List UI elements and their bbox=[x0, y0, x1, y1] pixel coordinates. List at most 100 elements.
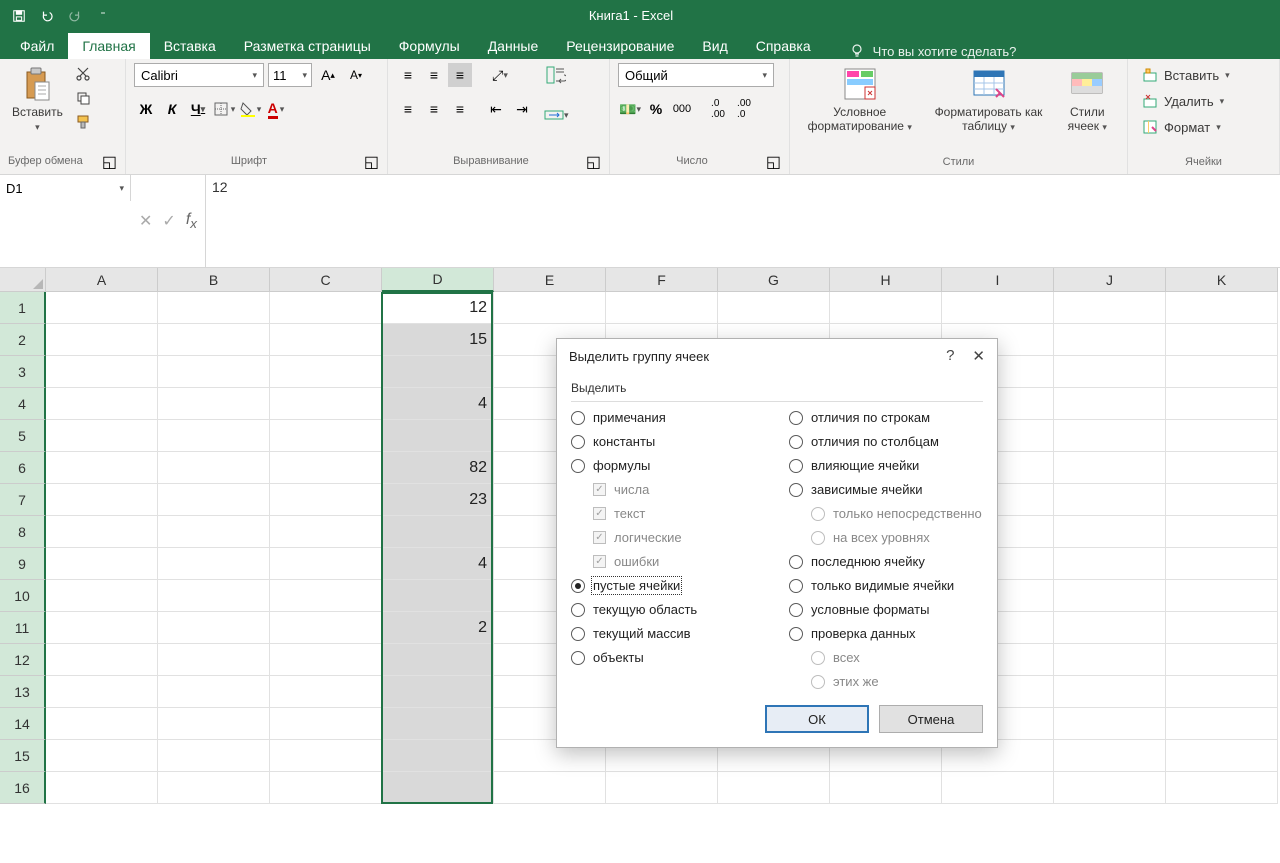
cell-C9[interactable] bbox=[270, 548, 382, 580]
cell-K14[interactable] bbox=[1166, 708, 1278, 740]
cell-D11[interactable]: 2 bbox=[382, 612, 494, 644]
borders-icon[interactable]: ▾ bbox=[212, 97, 236, 121]
orientation-icon[interactable]: ⤢▾ bbox=[488, 63, 512, 87]
cell-G1[interactable] bbox=[718, 292, 830, 324]
cell-A12[interactable] bbox=[46, 644, 158, 676]
cell-J1[interactable] bbox=[1054, 292, 1166, 324]
column-header-D[interactable]: D bbox=[382, 268, 494, 292]
fill-color-icon[interactable]: ▾ bbox=[238, 97, 262, 121]
cell-B6[interactable] bbox=[158, 452, 270, 484]
column-header-K[interactable]: K bbox=[1166, 268, 1278, 292]
cell-K10[interactable] bbox=[1166, 580, 1278, 612]
paste-button[interactable]: Вставить▾ bbox=[8, 63, 67, 136]
option-col-diff[interactable]: отличия по столбцам bbox=[789, 434, 983, 449]
cell-C15[interactable] bbox=[270, 740, 382, 772]
cell-D12[interactable] bbox=[382, 644, 494, 676]
row-header-11[interactable]: 11 bbox=[0, 612, 46, 644]
cell-K6[interactable] bbox=[1166, 452, 1278, 484]
row-header-10[interactable]: 10 bbox=[0, 580, 46, 612]
cell-K12[interactable] bbox=[1166, 644, 1278, 676]
dialog-close-icon[interactable]: ✕ bbox=[972, 347, 985, 365]
cell-C1[interactable] bbox=[270, 292, 382, 324]
cell-D6[interactable]: 82 bbox=[382, 452, 494, 484]
dialog-help-icon[interactable]: ? bbox=[946, 347, 954, 365]
copy-icon[interactable] bbox=[71, 87, 95, 109]
cell-J11[interactable] bbox=[1054, 612, 1166, 644]
align-center-icon[interactable]: ≡ bbox=[422, 97, 446, 121]
align-right-icon[interactable]: ≡ bbox=[448, 97, 472, 121]
tab-view[interactable]: Вид bbox=[688, 33, 741, 59]
option-dependents[interactable]: зависимые ячейки bbox=[789, 482, 983, 497]
cell-J10[interactable] bbox=[1054, 580, 1166, 612]
cell-J6[interactable] bbox=[1054, 452, 1166, 484]
cell-C14[interactable] bbox=[270, 708, 382, 740]
align-bottom-icon[interactable]: ≡ bbox=[448, 63, 472, 87]
cell-styles-button[interactable]: Стили ячеек ▾ bbox=[1056, 63, 1120, 136]
cell-F1[interactable] bbox=[606, 292, 718, 324]
cell-J2[interactable] bbox=[1054, 324, 1166, 356]
cell-D3[interactable] bbox=[382, 356, 494, 388]
cell-J5[interactable] bbox=[1054, 420, 1166, 452]
cell-D10[interactable] bbox=[382, 580, 494, 612]
conditional-formatting-button[interactable]: Условное форматирование ▾ bbox=[798, 63, 922, 136]
cell-J15[interactable] bbox=[1054, 740, 1166, 772]
cell-D9[interactable]: 4 bbox=[382, 548, 494, 580]
option-notes[interactable]: примечания bbox=[571, 410, 765, 425]
cell-B9[interactable] bbox=[158, 548, 270, 580]
italic-button[interactable]: К bbox=[160, 97, 184, 121]
cell-G16[interactable] bbox=[718, 772, 830, 804]
cell-D7[interactable]: 23 bbox=[382, 484, 494, 516]
tab-home[interactable]: Главная bbox=[68, 33, 149, 59]
cell-C11[interactable] bbox=[270, 612, 382, 644]
undo-icon[interactable] bbox=[34, 3, 60, 29]
cell-B14[interactable] bbox=[158, 708, 270, 740]
cell-B15[interactable] bbox=[158, 740, 270, 772]
cell-C13[interactable] bbox=[270, 676, 382, 708]
cell-E1[interactable] bbox=[494, 292, 606, 324]
cell-A15[interactable] bbox=[46, 740, 158, 772]
align-middle-icon[interactable]: ≡ bbox=[422, 63, 446, 87]
cell-A2[interactable] bbox=[46, 324, 158, 356]
tab-review[interactable]: Рецензирование bbox=[552, 33, 688, 59]
cell-C5[interactable] bbox=[270, 420, 382, 452]
bold-button[interactable]: Ж bbox=[134, 97, 158, 121]
cell-C10[interactable] bbox=[270, 580, 382, 612]
cell-D13[interactable] bbox=[382, 676, 494, 708]
align-top-icon[interactable]: ≡ bbox=[396, 63, 420, 87]
cell-B11[interactable] bbox=[158, 612, 270, 644]
cell-D2[interactable]: 15 bbox=[382, 324, 494, 356]
cell-A5[interactable] bbox=[46, 420, 158, 452]
row-header-12[interactable]: 12 bbox=[0, 644, 46, 676]
cell-B2[interactable] bbox=[158, 324, 270, 356]
cell-J12[interactable] bbox=[1054, 644, 1166, 676]
delete-cells-button[interactable]: Удалить ▾ bbox=[1136, 89, 1271, 113]
cell-K3[interactable] bbox=[1166, 356, 1278, 388]
alignment-launcher-icon[interactable]: ◱ bbox=[586, 152, 601, 172]
align-left-icon[interactable]: ≡ bbox=[396, 97, 420, 121]
format-cells-button[interactable]: Формат ▾ bbox=[1136, 115, 1271, 139]
underline-button[interactable]: Ч ▾ bbox=[186, 97, 210, 121]
cell-D16[interactable] bbox=[382, 772, 494, 804]
tell-me-search[interactable]: Что вы хотите сделать? bbox=[849, 43, 1017, 59]
option-objects[interactable]: объекты bbox=[571, 650, 765, 665]
increase-font-icon[interactable]: A▴ bbox=[316, 63, 340, 87]
cell-B8[interactable] bbox=[158, 516, 270, 548]
row-header-13[interactable]: 13 bbox=[0, 676, 46, 708]
option-row-diff[interactable]: отличия по строкам bbox=[789, 410, 983, 425]
cell-B5[interactable] bbox=[158, 420, 270, 452]
cell-C3[interactable] bbox=[270, 356, 382, 388]
cell-B7[interactable] bbox=[158, 484, 270, 516]
column-header-C[interactable]: C bbox=[270, 268, 382, 292]
cell-A16[interactable] bbox=[46, 772, 158, 804]
font-color-icon[interactable]: А▾ bbox=[264, 97, 288, 121]
column-header-J[interactable]: J bbox=[1054, 268, 1166, 292]
cell-A8[interactable] bbox=[46, 516, 158, 548]
cell-H1[interactable] bbox=[830, 292, 942, 324]
name-box[interactable]: D1▾ bbox=[0, 175, 131, 201]
cell-I16[interactable] bbox=[942, 772, 1054, 804]
cell-D8[interactable] bbox=[382, 516, 494, 548]
cell-A3[interactable] bbox=[46, 356, 158, 388]
decrease-decimal-icon[interactable]: .00.0 bbox=[732, 97, 756, 121]
row-header-9[interactable]: 9 bbox=[0, 548, 46, 580]
cell-A4[interactable] bbox=[46, 388, 158, 420]
